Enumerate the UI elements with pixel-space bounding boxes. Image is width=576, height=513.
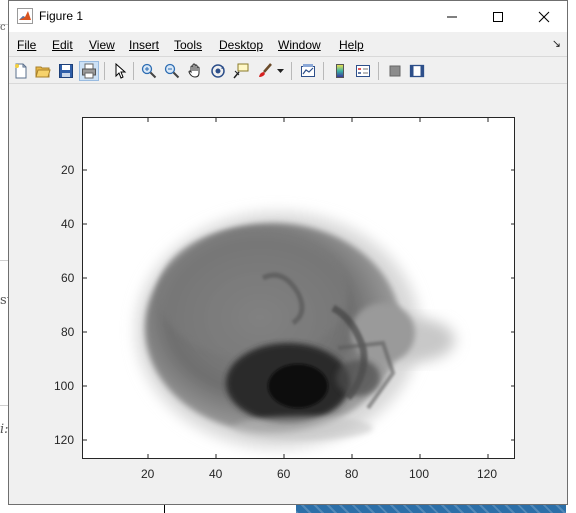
insert-colorbar-icon xyxy=(336,64,344,78)
plot-axes[interactable] xyxy=(82,117,515,459)
print-button[interactable] xyxy=(79,61,99,81)
print-icon xyxy=(82,63,96,79)
background-desktop-right xyxy=(568,0,576,513)
dock-figure-icon[interactable]: ↘ xyxy=(552,37,561,50)
insert-colorbar-button[interactable] xyxy=(330,61,350,81)
y-tick-label: 120 xyxy=(54,433,75,447)
data-cursor-button[interactable] xyxy=(231,61,251,81)
x-tick-label: 100 xyxy=(409,467,430,481)
menu-bar: File Edit View Insert Tools Desktop Wind… xyxy=(9,32,567,56)
menu-tools[interactable]: Tools xyxy=(174,38,202,52)
menu-insert-label: Insert xyxy=(129,38,160,52)
close-button[interactable] xyxy=(521,1,567,32)
zoom-out-button[interactable] xyxy=(162,61,182,81)
menu-help-label: Help xyxy=(339,38,364,52)
show-plot-tools-icon xyxy=(409,64,425,78)
menu-file-label: File xyxy=(17,38,37,52)
toolbar-separator xyxy=(323,62,324,80)
background-text-fragment: c xyxy=(0,22,6,33)
toolbar-separator xyxy=(133,62,134,80)
maximize-button[interactable] xyxy=(475,1,521,32)
figure-toolbar xyxy=(9,56,567,84)
y-tick-label: 40 xyxy=(61,217,75,231)
skull-image xyxy=(136,212,455,448)
pan-icon xyxy=(188,63,200,78)
x-tick-label: 60 xyxy=(277,467,291,481)
save-button[interactable] xyxy=(56,61,76,81)
new-figure-button[interactable] xyxy=(11,61,31,81)
edit-plot-icon xyxy=(115,63,127,79)
toolbar-separator xyxy=(378,62,379,80)
x-tick-label: 40 xyxy=(209,467,223,481)
rotate-3d-button[interactable] xyxy=(208,61,228,81)
menu-file[interactable]: File xyxy=(17,38,36,52)
toolbar-separator xyxy=(104,62,105,80)
hide-plot-tools-icon xyxy=(389,65,401,77)
link-plot-icon xyxy=(301,64,315,77)
save-icon xyxy=(59,64,73,78)
data-cursor-icon xyxy=(233,63,249,79)
insert-legend-icon xyxy=(356,65,370,77)
new-figure-icon xyxy=(15,63,27,79)
minimize-icon xyxy=(447,16,457,17)
brush-icon xyxy=(259,63,272,77)
zoom-in-button[interactable] xyxy=(139,61,159,81)
menu-desktop[interactable]: Desktop xyxy=(219,38,263,52)
hide-plot-tools-button[interactable] xyxy=(385,61,405,81)
menu-insert[interactable]: Insert xyxy=(129,38,159,52)
brush-dropdown[interactable] xyxy=(275,61,285,81)
window-title: Figure 1 xyxy=(39,9,84,23)
title-bar[interactable]: Figure 1 xyxy=(9,1,567,32)
menu-desktop-label: Desktop xyxy=(219,38,264,52)
matlab-logo-icon xyxy=(17,8,33,24)
menu-help[interactable]: Help xyxy=(339,38,364,52)
close-icon xyxy=(538,11,550,22)
rotate-3d-icon xyxy=(211,64,225,78)
zoom-out-icon xyxy=(164,63,180,79)
menu-window[interactable]: Window xyxy=(278,38,321,52)
show-plot-tools-button[interactable] xyxy=(407,61,427,81)
y-tick-label: 80 xyxy=(61,325,75,339)
menu-view-label: View xyxy=(89,38,115,52)
insert-legend-button[interactable] xyxy=(353,61,373,81)
pan-button[interactable] xyxy=(185,61,205,81)
menu-edit[interactable]: Edit xyxy=(52,38,73,52)
menu-tools-label: Tools xyxy=(174,38,203,52)
edit-plot-button[interactable] xyxy=(110,61,130,81)
menu-edit-label: Edit xyxy=(52,38,73,52)
menu-view[interactable]: View xyxy=(89,38,115,52)
zoom-in-icon xyxy=(141,63,157,79)
open-file-icon xyxy=(35,66,51,78)
y-tick-label: 20 xyxy=(61,163,75,177)
menu-window-label: Window xyxy=(278,38,321,52)
toolbar-separator xyxy=(291,62,292,80)
dropdown-arrow-icon xyxy=(276,68,284,73)
x-tick-label: 20 xyxy=(141,467,155,481)
x-tick-label: 120 xyxy=(477,467,498,481)
y-tick-label: 60 xyxy=(61,271,75,285)
minimize-button[interactable] xyxy=(429,1,475,32)
maximize-icon xyxy=(493,11,503,22)
brush-button[interactable] xyxy=(255,61,275,81)
open-file-button[interactable] xyxy=(33,61,53,81)
y-tick-label: 100 xyxy=(54,379,75,393)
link-plot-button[interactable] xyxy=(298,61,318,81)
figure-window: Figure 1 File Edit View Insert Tools Des… xyxy=(8,0,568,505)
x-tick-label: 80 xyxy=(345,467,359,481)
